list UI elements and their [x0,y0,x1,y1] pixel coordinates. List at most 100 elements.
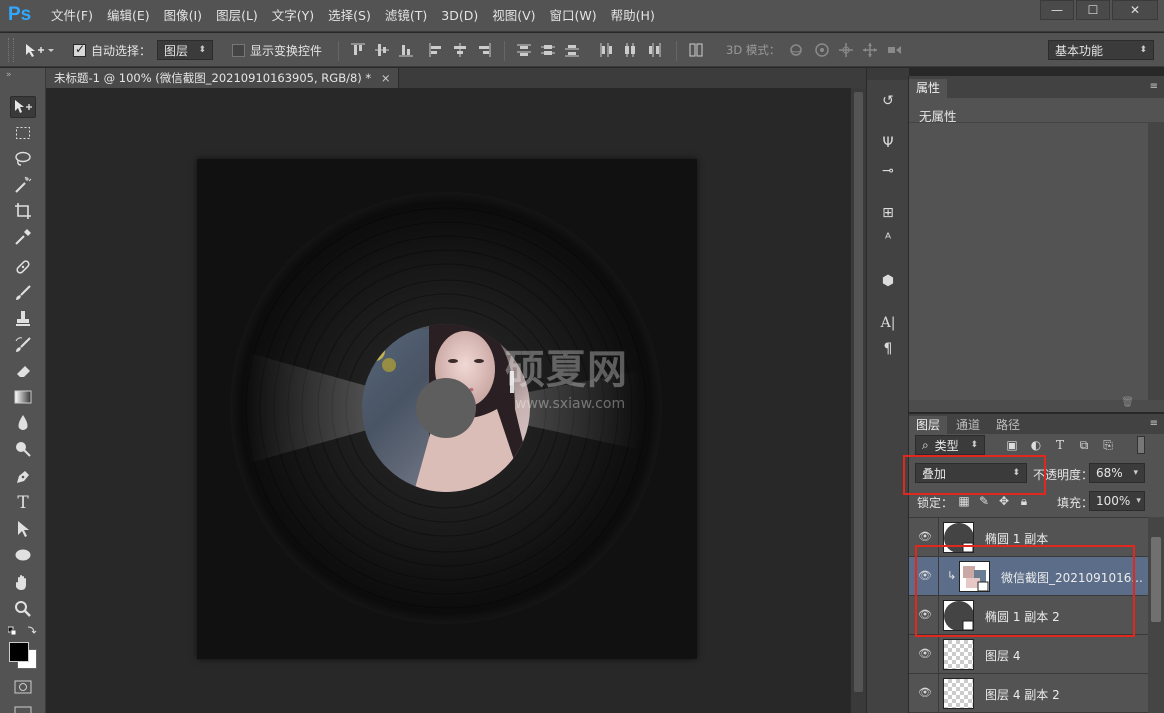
menu-window[interactable]: 窗口(W) [543,0,604,32]
blur-tool[interactable] [10,412,36,434]
path-selection-tool[interactable] [10,518,36,540]
3d-scale-icon[interactable] [886,42,902,58]
document-tab[interactable]: 未标题-1 @ 100% (微信截图_20210910163905, RGB/8… [46,68,400,88]
align-right-icon[interactable] [476,42,492,58]
3d-slide-icon[interactable] [862,42,878,58]
move-tool-preset-picker[interactable] [24,38,54,62]
layers-scrollbar[interactable] [1148,517,1164,713]
ellipse-tool[interactable] [10,544,36,566]
menu-view[interactable]: 视图(V) [485,0,542,32]
blend-mode-select[interactable]: 叠加 ⬍ [915,463,1027,483]
layer-visibility-toggle[interactable]: 👁︎ [909,557,939,596]
gradient-tool[interactable] [10,386,36,408]
lock-transparent-icon[interactable]: ▦ [957,494,971,508]
move-tool[interactable] [10,96,36,118]
clone-stamp-tool[interactable] [10,308,36,330]
distribute-hcenter-icon[interactable] [622,42,638,58]
scroll-thumb[interactable] [1151,537,1161,622]
tab-paths[interactable]: 路径 [989,416,1027,434]
properties-scrollbar[interactable] [1148,122,1164,400]
tab-channels[interactable]: 通道 [949,416,987,434]
menu-layer[interactable]: 图层(L) [209,0,265,32]
layer-filter-select[interactable]: ⌕ 类型 ⬍ [915,435,985,455]
align-top-icon[interactable] [350,42,366,58]
auto-select-target-select[interactable]: 图层 ⬍ [157,38,213,62]
menu-type[interactable]: 文字(Y) [265,0,321,32]
marquee-tool[interactable] [10,122,36,144]
hand-tool[interactable] [10,572,36,594]
3d-pan-icon[interactable] [838,42,854,58]
screen-mode-button[interactable] [14,704,32,713]
distribute-left-icon[interactable] [598,42,614,58]
character-panel-button[interactable]: A| [877,312,899,334]
layer-row[interactable]: 👁︎ 图层 4 [909,635,1149,674]
healing-brush-tool[interactable] [10,256,36,278]
trash-icon[interactable]: 🗑 [1121,397,1134,408]
distribute-bottom-icon[interactable] [564,42,580,58]
distribute-top-icon[interactable] [516,42,532,58]
close-tab-icon[interactable]: × [381,71,391,85]
fill-input[interactable]: 100% ▾ [1089,491,1145,511]
brush-panel-button[interactable]: ⊸ [877,160,899,182]
paragraph-panel-button[interactable]: ¶ [877,338,899,360]
dodge-tool[interactable] [10,438,36,460]
3d-roll-icon[interactable] [814,42,830,58]
filter-pixel-icon[interactable]: ▣ [1005,438,1019,452]
close-window-button[interactable]: ✕ [1112,0,1158,20]
align-bottom-icon[interactable] [398,42,414,58]
menu-filter[interactable]: 滤镜(T) [378,0,434,32]
brush-tool[interactable] [10,282,36,304]
collapse-arrows-icon[interactable]: » [6,70,12,80]
lock-position-icon[interactable]: ✥ [997,494,1011,508]
menu-image[interactable]: 图像(I) [157,0,209,32]
workspace-switcher[interactable]: 基本功能 ⬍ [1048,38,1154,62]
show-transform-toggle[interactable]: 显示变换控件 [232,38,322,62]
auto-align-layers-icon[interactable] [688,42,704,58]
panel-menu-icon[interactable]: ≡ [1150,418,1158,429]
layer-row[interactable]: 👁︎ 椭圆 1 副本 [909,518,1149,557]
filter-type-icon[interactable]: T [1053,438,1067,452]
lasso-tool[interactable] [10,148,36,170]
document-canvas[interactable]: 硕夏网 www.sxiaw.com [197,159,697,659]
clone-source-button[interactable]: ⊞ [877,202,899,224]
foreground-color-swatch[interactable] [9,642,29,662]
canvas-vertical-scrollbar[interactable] [850,88,866,713]
crop-tool[interactable] [10,200,36,222]
history-panel-button[interactable]: ↺ [877,90,899,112]
character-styles-button[interactable]: ᴬ [877,228,899,250]
eraser-tool[interactable] [10,360,36,382]
auto-select-toggle[interactable]: 自动选择： [73,38,151,62]
minimize-button[interactable]: — [1040,0,1074,20]
menu-edit[interactable]: 编辑(E) [100,0,157,32]
tab-layers[interactable]: 图层 [909,416,948,434]
default-colors-icon[interactable] [10,629,17,636]
history-brush-tool[interactable] [10,334,36,356]
magic-wand-tool[interactable] [10,174,36,196]
maximize-button[interactable]: ☐ [1076,0,1110,20]
layer-visibility-toggle[interactable]: 👁︎ [909,596,939,635]
align-left-icon[interactable] [428,42,444,58]
layer-visibility-toggle[interactable]: 👁︎ [909,635,939,674]
lock-image-brush-icon[interactable]: ✎ [977,494,991,508]
distribute-vcenter-icon[interactable] [540,42,556,58]
layer-visibility-toggle[interactable]: 👁︎ [909,518,939,557]
menu-file[interactable]: 文件(F) [44,0,100,32]
tab-properties[interactable]: 属性 [909,79,948,98]
layer-row[interactable]: 👁︎ 图层 4 副本 2 [909,674,1149,713]
3d-rotate-icon[interactable] [788,42,804,58]
zoom-tool[interactable] [10,598,36,620]
3d-panel-button[interactable]: ⬢ [877,270,899,292]
opacity-input[interactable]: 68% ▾ [1089,463,1145,483]
pen-tool[interactable] [10,466,36,488]
menu-3d[interactable]: 3D(D) [434,0,485,32]
eyedropper-tool[interactable] [10,226,36,248]
distribute-right-icon[interactable] [646,42,662,58]
show-transform-checkbox[interactable] [232,43,245,57]
lock-all-icon[interactable]: 🔒︎ [1017,494,1031,508]
filter-shape-icon[interactable]: ⧉ [1077,438,1091,452]
filter-toggle-switch[interactable] [1137,436,1145,454]
menu-select[interactable]: 选择(S) [321,0,378,32]
layer-row[interactable]: 👁︎ 椭圆 1 副本 2 [909,596,1149,635]
filter-adjustment-icon[interactable]: ◐ [1029,438,1043,452]
type-tool[interactable]: T [10,492,36,514]
